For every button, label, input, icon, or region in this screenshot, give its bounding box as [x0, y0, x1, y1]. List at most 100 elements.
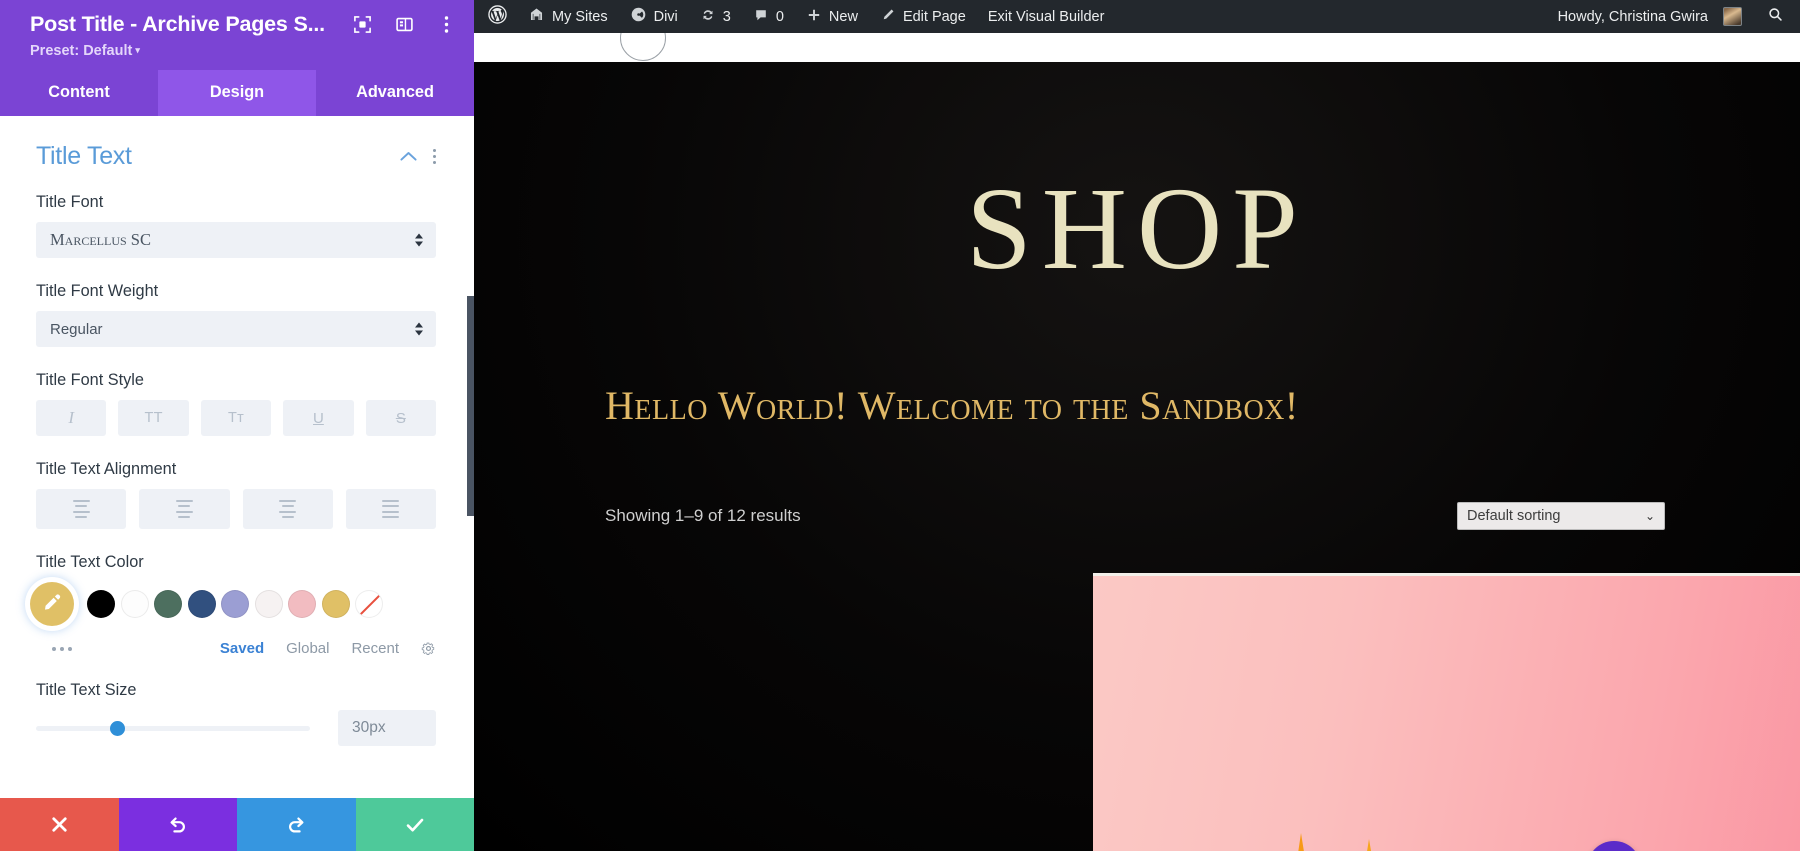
panel-action-bar [0, 798, 474, 851]
admin-bar-label: Divi [653, 8, 678, 25]
title-font-weight-select[interactable]: Regular [36, 311, 436, 347]
align-justify-button[interactable] [345, 489, 436, 529]
panel-tabs: Content Design Advanced [0, 70, 474, 116]
section-title-text[interactable]: Title Text [36, 116, 436, 193]
field-label: Title Font Weight [36, 282, 159, 300]
align-center-button[interactable] [139, 489, 230, 529]
admin-bar-item-my-sites[interactable]: My Sites [517, 0, 619, 33]
redo-icon [285, 814, 307, 836]
sorting-select[interactable]: Default sorting ⌄ [1457, 502, 1665, 530]
align-justify-icon [382, 500, 400, 518]
input-value: 30px [352, 719, 386, 736]
swatch-none[interactable] [355, 590, 383, 618]
italic-button[interactable]: I [36, 400, 107, 436]
title-text-size-slider[interactable] [36, 718, 310, 738]
kebab-menu-icon[interactable] [432, 149, 436, 164]
wordpress-logo-button[interactable] [474, 0, 517, 33]
underline-button[interactable]: U [283, 400, 354, 436]
slider-track [36, 725, 310, 731]
tab-content[interactable]: Content [0, 70, 158, 116]
field-title-font: Title Font Marcellus SC [36, 193, 436, 258]
admin-bar-label: Edit Page [902, 8, 966, 25]
field-label: Title Text Alignment [36, 460, 177, 478]
swatch-gold[interactable] [321, 590, 350, 618]
updates-icon [700, 7, 716, 27]
avatar [1723, 7, 1742, 26]
color-tab-saved[interactable]: Saved [220, 640, 264, 657]
undo-button[interactable] [118, 798, 237, 851]
strikethrough-button[interactable]: S [365, 400, 437, 436]
field-title-font-style: Title Font Style I TT Tт U S [36, 371, 437, 436]
admin-bar-item-divi[interactable]: Divi [619, 0, 689, 33]
results-count: Showing 1–9 of 12 results [605, 506, 801, 525]
admin-bar-item-updates[interactable]: 3 [689, 0, 742, 33]
color-meta-row: Saved Global Recent [36, 640, 436, 657]
kebab-menu-icon[interactable] [436, 15, 456, 35]
align-left-icon [72, 500, 90, 518]
admin-bar-label: My Sites [552, 8, 608, 25]
module-settings-panel: Post Title - Archive Pages S... Preset: … [0, 0, 474, 851]
panel-layout-icon[interactable] [394, 15, 414, 35]
color-tab-recent[interactable]: Recent [351, 640, 399, 657]
field-title-text-color: Title Text Color Saved Global Recent [30, 553, 436, 657]
swatch-green[interactable] [154, 590, 182, 618]
divi-icon [630, 6, 647, 27]
admin-bar-label: 0 [775, 8, 784, 25]
small-caps-icon: Tт [227, 410, 245, 426]
swatch-offwhite[interactable] [254, 590, 283, 618]
admin-bar-item-edit-page[interactable]: Edit Page [869, 0, 977, 33]
italic-icon: I [68, 408, 75, 427]
slider-knob[interactable] [109, 720, 125, 736]
color-picker-button[interactable] [30, 582, 74, 626]
title-text-size-input[interactable]: 30px [338, 710, 436, 746]
tab-design[interactable]: Design [158, 70, 316, 116]
panel-body: Title Text Title Font Marcellus SC Title… [0, 116, 474, 798]
panel-scrollbar[interactable] [467, 296, 474, 516]
admin-bar-item-new[interactable]: New [795, 0, 869, 33]
admin-bar-item-exit-visual-builder[interactable]: Exit Visual Builder [977, 0, 1116, 33]
save-button[interactable] [355, 798, 474, 851]
swatch-navy[interactable] [187, 590, 216, 618]
panel-header-icons [332, 15, 456, 35]
search-button[interactable] [1753, 6, 1800, 28]
focus-icon[interactable] [352, 15, 372, 35]
color-tab-global[interactable]: Global [286, 640, 329, 657]
uppercase-button[interactable]: TT [118, 400, 189, 436]
panel-header: Post Title - Archive Pages S... Preset: … [0, 0, 474, 70]
color-source-tabs: Saved Global Recent [220, 640, 436, 657]
admin-bar-label: Exit Visual Builder [987, 8, 1105, 25]
swatch-white[interactable] [120, 590, 149, 618]
close-icon [49, 814, 70, 835]
select-value: Regular [50, 320, 103, 338]
pencil-icon [880, 7, 896, 27]
page-viewport: SHOP Hello World! Welcome to the Sandbox… [474, 33, 1800, 851]
swatch-pink[interactable] [288, 590, 316, 618]
small-caps-button[interactable]: Tт [200, 400, 272, 436]
title-font-select[interactable]: Marcellus SC [36, 222, 436, 258]
field-label: Title Text Color [36, 553, 144, 571]
gear-icon[interactable] [421, 641, 436, 656]
undo-icon [167, 814, 189, 836]
chevron-up-icon[interactable] [400, 148, 417, 165]
swatch-black[interactable] [87, 590, 115, 618]
admin-bar-item-comments[interactable]: 0 [742, 0, 795, 33]
check-icon [403, 813, 427, 837]
howdy-label: Howdy, Christina Gwira [1557, 8, 1708, 25]
field-title-text-alignment: Title Text Alignment [36, 460, 436, 529]
ellipsis-icon[interactable] [52, 646, 72, 651]
field-title-text-size: Title Text Size 30px [36, 681, 436, 746]
card-top-edge [1093, 573, 1800, 576]
align-right-button[interactable] [242, 489, 333, 529]
preset-selector[interactable]: Preset: Default ▾ [30, 43, 456, 59]
admin-bar-label: New [828, 8, 858, 25]
swatch-periwinkle[interactable] [221, 590, 249, 618]
align-left-button[interactable] [36, 489, 127, 529]
align-center-icon [175, 500, 193, 518]
discard-button[interactable] [0, 798, 119, 851]
align-right-icon [279, 500, 297, 518]
field-title-font-weight: Title Font Weight Regular [36, 282, 436, 347]
tab-advanced[interactable]: Advanced [316, 70, 474, 116]
redo-button[interactable] [237, 798, 356, 851]
admin-bar-howdy[interactable]: Howdy, Christina Gwira [1547, 0, 1753, 33]
product-image[interactable] [1093, 573, 1800, 851]
